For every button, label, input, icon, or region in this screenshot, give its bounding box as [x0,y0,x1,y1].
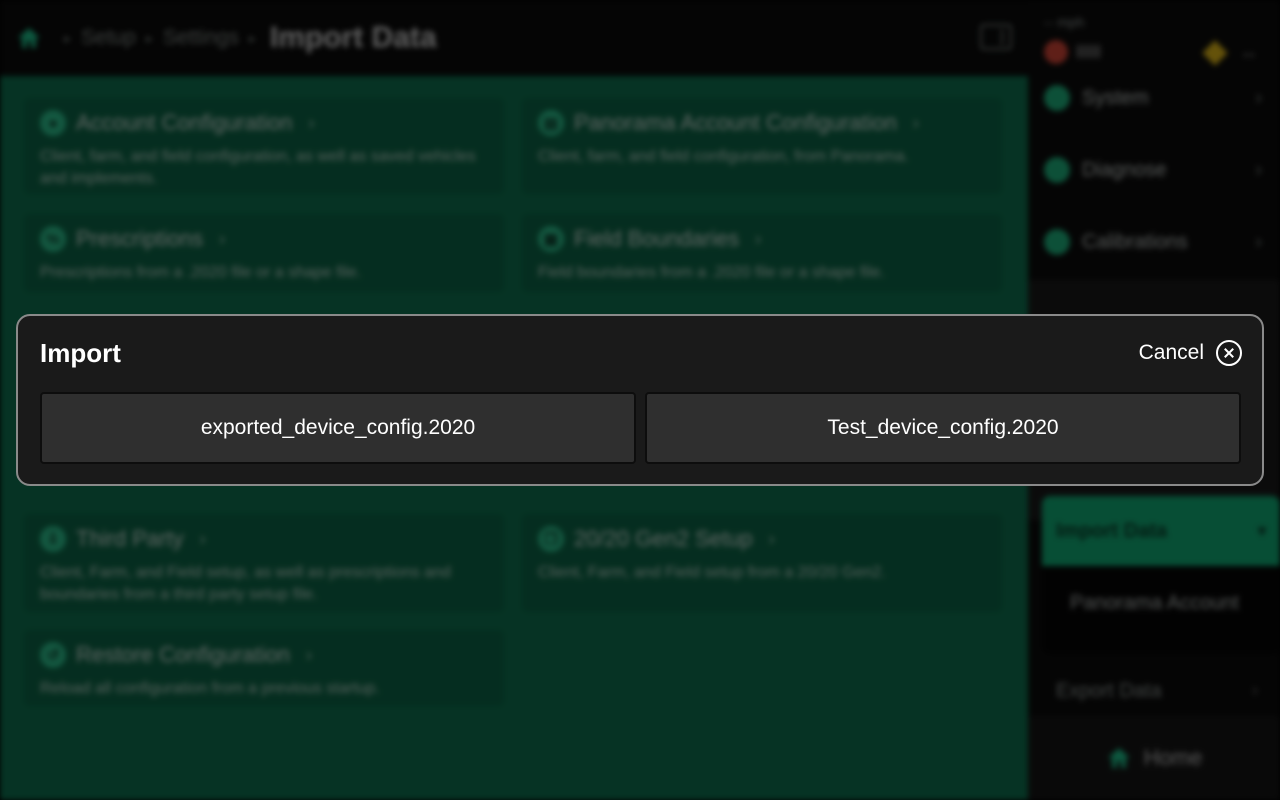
chevron-right-icon: › [306,644,313,665]
card-restore-configuration[interactable]: ↺ Restore Configuration › Reload all con… [24,630,504,706]
sidebar-item-label: Panorama Account [1070,592,1239,614]
system-icon [1044,85,1070,111]
sidebar-item-label: System [1082,86,1149,109]
sidebar-item-export-data[interactable]: Export Data [1056,680,1162,703]
sidebar-item-import-data[interactable]: Import Data ▾ [1042,496,1280,566]
sidebar-item-label: Diagnose [1082,158,1167,181]
page-title: Import Data [269,21,437,54]
file-option-test-device-config[interactable]: Test_device_config.2020 [645,392,1241,464]
prescription-icon: % [40,226,66,252]
card-third-party[interactable]: ⇩ Third Party › Client, Farm, and Field … [24,514,504,612]
card-prescriptions[interactable]: % Prescriptions › Prescriptions from a .… [24,214,504,292]
sidebar-item-label: Import Data [1056,519,1168,542]
account-icon: ● [40,110,66,136]
card-description: Client, farm, and field configuration, f… [538,148,909,165]
card-account-configuration[interactable]: ● Account Configuration › Client, farm, … [24,98,504,194]
chevron-right-icon: › [768,528,775,549]
swap-arrows-icon[interactable]: ↔ [1240,42,1258,63]
card-description: Client, Farm, and Field setup, as well a… [40,564,451,603]
sidebar-item-system[interactable]: System › [1036,66,1276,130]
card-title: Restore Configuration [76,642,291,667]
card-title: Third Party [76,526,184,551]
diagnose-icon [1044,157,1070,183]
sidebar-item-label: Calibrations [1082,230,1188,253]
chevron-right-icon: › [219,228,226,249]
close-circle-icon[interactable] [1216,340,1242,366]
field-boundary-icon: ▦ [538,226,564,252]
chevron-right-icon: › [308,112,315,133]
gen2-icon: ❐ [538,526,564,552]
third-party-icon: ⇩ [40,526,66,552]
import-dialog: Import Cancel exported_device_config.202… [16,314,1264,486]
speed-readout: -- mph [1044,14,1085,30]
card-title: Prescriptions [76,226,204,251]
chevron-right-icon: › [755,228,762,249]
card-title: Panorama Account Configuration [574,110,897,135]
card-title: Field Boundaries [574,226,740,251]
breadcrumb-separator-icon: ▸ [248,29,256,46]
home-icon[interactable] [16,25,42,51]
breadcrumb-separator-icon: ▸ [145,29,153,46]
chevron-right-icon: › [1255,86,1262,109]
card-panorama-account-configuration[interactable]: ▤ Panorama Account Configuration › Clien… [522,98,1002,194]
top-header: ▸ Setup ▸ Settings ▸ Import Data [0,0,1028,76]
chevron-right-icon: › [199,528,206,549]
chevron-right-icon: › [1255,158,1262,181]
card-title: Account Configuration [76,110,293,135]
chevron-down-icon: ▾ [1257,523,1266,540]
signal-bars: IIIII [1076,41,1102,62]
sidebar-item-diagnose[interactable]: Diagnose › [1036,138,1276,202]
dialog-title: Import [40,338,121,368]
sidebar-item-calibrations[interactable]: Calibrations › [1036,210,1276,274]
card-field-boundaries[interactable]: ▦ Field Boundaries › Field boundaries fr… [522,214,1002,292]
sidebar-subitem-panorama-account[interactable]: Panorama Account [1042,566,1280,654]
panel-toggle-icon[interactable] [980,24,1012,50]
chevron-right-icon: › [1255,230,1262,253]
file-option-exported-device-config[interactable]: exported_device_config.2020 [40,392,636,464]
panorama-icon: ▤ [538,110,564,136]
home-icon [1107,748,1130,768]
chevron-right-icon: › [1252,680,1258,700]
gps-signal-icon [1044,40,1068,64]
calibrations-icon [1044,229,1070,255]
signal-status: IIIII [1044,40,1101,64]
breadcrumb-separator-icon: ▸ [64,29,72,46]
chevron-right-icon: › [912,112,919,133]
cancel-label: Cancel [1138,341,1204,364]
card-gen2-setup[interactable]: ❐ 20/20 Gen2 Setup › Client, Farm, and F… [522,514,1002,612]
breadcrumb-setup[interactable]: Setup [81,26,136,50]
home-button[interactable]: Home [1028,716,1280,800]
home-label: Home [1143,745,1203,770]
card-description: Client, Farm, and Field setup from a 20/… [538,564,886,581]
card-title: 20/20 Gen2 Setup [574,526,753,551]
card-description: Field boundaries from a .2020 file or a … [538,264,885,281]
card-description: Reload all configuration from a previous… [40,680,380,697]
breadcrumb-settings[interactable]: Settings [163,26,239,50]
cancel-button[interactable]: Cancel [1139,338,1242,368]
restore-icon: ↺ [40,642,66,668]
card-description: Client, farm, and field configuration, a… [40,148,476,187]
card-description: Prescriptions from a .2020 file or a sha… [40,264,362,281]
